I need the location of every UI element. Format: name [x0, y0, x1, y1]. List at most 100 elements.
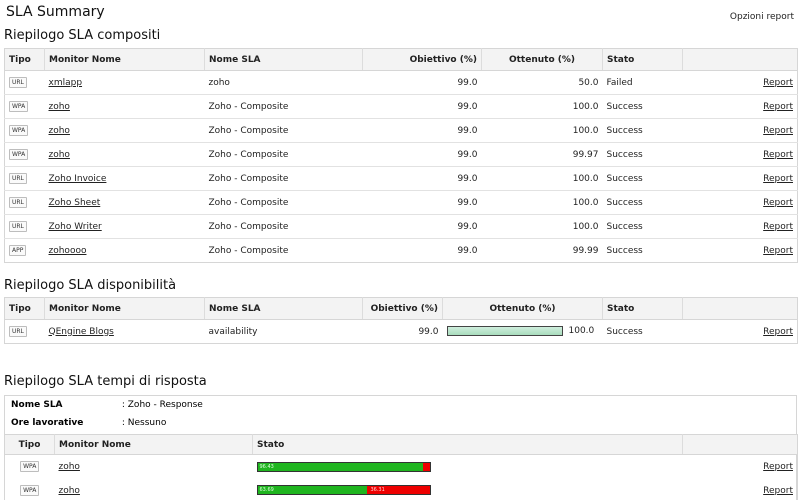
response-header-row: Tipo Monitor Nome Stato — [4, 434, 798, 455]
monitor-link[interactable]: zohoooo — [49, 246, 87, 256]
monitor-name-cell: xmlapp — [44, 70, 205, 95]
monitor-name-cell: Zoho Invoice — [44, 166, 205, 191]
report-link[interactable]: Report — [763, 102, 793, 112]
achieved-cell: 99.97 — [481, 142, 603, 167]
table-row: URL Zoho Invoice Zoho - Composite 99.0 100.0… — [4, 166, 798, 191]
col-target: Obiettivo (%) — [362, 48, 482, 71]
type-cell: WPA — [4, 118, 45, 143]
col-status: Stato — [252, 434, 683, 455]
sla-name-cell: Zoho - Composite — [204, 142, 363, 167]
target-cell: 99.0 — [362, 94, 482, 119]
monitor-link[interactable]: zoho — [49, 126, 70, 136]
monitor-name-cell: zoho — [44, 94, 205, 119]
report-cell: Report — [682, 166, 798, 191]
col-monitor-name: Monitor Nome — [44, 48, 205, 71]
report-link[interactable]: Report — [763, 222, 793, 232]
report-link[interactable]: Report — [763, 150, 793, 160]
col-target: Obiettivo (%) — [362, 297, 443, 320]
composite-section-title: Riepilogo SLA compositi — [4, 28, 161, 43]
response-status-bar: 96.43 — [256, 461, 431, 472]
sla-name-cell: availability — [208, 326, 258, 337]
col-status: Stato — [602, 48, 683, 71]
table-row: WPA zoho Zoho - Composite 99.0 99.97 Success R… — [4, 142, 798, 167]
table-row: URL xmlapp zoho 99.0 50.0 Failed Report — [4, 70, 798, 95]
monitor-name-cell: Zoho Sheet — [44, 190, 205, 215]
report-link[interactable]: Report — [763, 78, 793, 88]
status-cell: Success — [606, 326, 643, 337]
achieved-cell: 100.0 — [481, 190, 603, 215]
sla-name-cell: Zoho - Composite — [204, 214, 363, 239]
sla-name-cell: Zoho - Composite — [204, 190, 363, 215]
report-link[interactable]: Report — [763, 327, 793, 337]
sla-name-row: Nome SLA : Zoho - Response — [11, 400, 203, 410]
monitor-link[interactable]: zoho — [59, 462, 80, 472]
report-cell: Report — [682, 94, 798, 119]
type-cell: URL — [4, 166, 45, 191]
col-achieved: Ottenuto (%) — [442, 297, 603, 320]
status-cell: Success — [602, 118, 683, 143]
table-row: WPA zoho 96.43 Report — [4, 454, 798, 479]
response-status-bar: 63.69 36.31 — [256, 485, 431, 496]
monitor-link[interactable]: zoho — [49, 102, 70, 112]
report-link[interactable]: Report — [763, 174, 793, 184]
achieved-cell: 50.0 — [481, 70, 603, 95]
col-type: Tipo — [4, 297, 45, 320]
type-cell: WPA — [4, 478, 55, 500]
monitor-link[interactable]: Zoho Invoice — [49, 174, 107, 184]
col-monitor-name: Monitor Nome — [54, 434, 253, 455]
monitor-type-icon: APP — [9, 245, 27, 256]
monitor-name-cell: zoho — [44, 118, 205, 143]
status-cell: Success — [602, 142, 683, 167]
report-options-link[interactable]: Opzioni report — [730, 12, 794, 22]
status-cell: Success — [602, 214, 683, 239]
type-cell: APP — [5, 239, 45, 263]
sla-name-value: : Zoho - Response — [121, 400, 203, 410]
status-cell: Success — [606, 245, 643, 256]
monitor-name-cell: zoho — [55, 455, 253, 479]
target-cell: 99.0 — [362, 142, 482, 167]
monitor-link[interactable]: zoho — [59, 486, 80, 496]
monitor-link[interactable]: zoho — [49, 150, 70, 160]
target-cell: 99.0 — [362, 214, 482, 239]
report-cell: Report — [682, 118, 798, 143]
type-cell: WPA — [4, 94, 45, 119]
availability-section-title: Riepilogo SLA disponibilità — [4, 278, 177, 293]
sla-name-cell: Zoho - Composite — [208, 245, 289, 256]
achieved-value: 100.0 — [568, 326, 595, 337]
report-link[interactable]: Report — [763, 246, 793, 256]
failure-percent-label: 36.31 — [370, 487, 385, 494]
monitor-link[interactable]: QEngine Blogs — [49, 327, 114, 337]
report-cell: Report — [682, 142, 798, 167]
monitor-link[interactable]: Zoho Writer — [49, 222, 102, 232]
report-cell: Report — [682, 70, 798, 95]
working-hours-value: : Nessuno — [121, 418, 167, 428]
col-sla-name: Nome SLA — [204, 48, 363, 71]
status-cell: 96.43 — [253, 455, 683, 479]
achieved-cell: 100.0 — [481, 118, 603, 143]
col-status: Stato — [602, 297, 683, 320]
col-monitor-name: Monitor Nome — [44, 297, 205, 320]
monitor-link[interactable]: xmlapp — [49, 78, 83, 88]
success-percent-label: 96.43 — [259, 463, 274, 470]
sla-name-label: Nome SLA — [11, 400, 63, 410]
status-cell: Success — [602, 166, 683, 191]
table-row: WPA zoho Zoho - Composite 99.0 100.0 Success R… — [4, 94, 798, 119]
monitor-type-icon: WPA — [20, 461, 40, 473]
col-report — [682, 48, 798, 71]
type-cell: WPA — [4, 454, 55, 479]
achieved-cell: 100.0 — [481, 166, 603, 191]
report-link[interactable]: Report — [763, 126, 793, 136]
report-link[interactable]: Report — [763, 198, 793, 208]
sla-name-cell: Zoho - Composite — [204, 94, 363, 119]
sla-name-cell: Zoho - Composite — [204, 166, 363, 191]
working-hours-row: Ore lavorative : Nessuno — [11, 418, 166, 428]
table-row: WPA zoho 63.69 36.31 Report — [4, 478, 798, 500]
response-section-title: Riepilogo SLA tempi di risposta — [4, 374, 207, 389]
availability-sla-table: Tipo Monitor Nome Nome SLA Obiettivo (%)… — [4, 297, 798, 344]
monitor-name-cell: QEngine Blogs — [45, 320, 205, 344]
report-link[interactable]: Report — [763, 462, 793, 472]
success-percent-label: 63.69 — [259, 487, 274, 494]
report-link[interactable]: Report — [763, 486, 793, 496]
target-cell: 99.0 — [362, 166, 482, 191]
monitor-link[interactable]: Zoho Sheet — [49, 198, 101, 208]
